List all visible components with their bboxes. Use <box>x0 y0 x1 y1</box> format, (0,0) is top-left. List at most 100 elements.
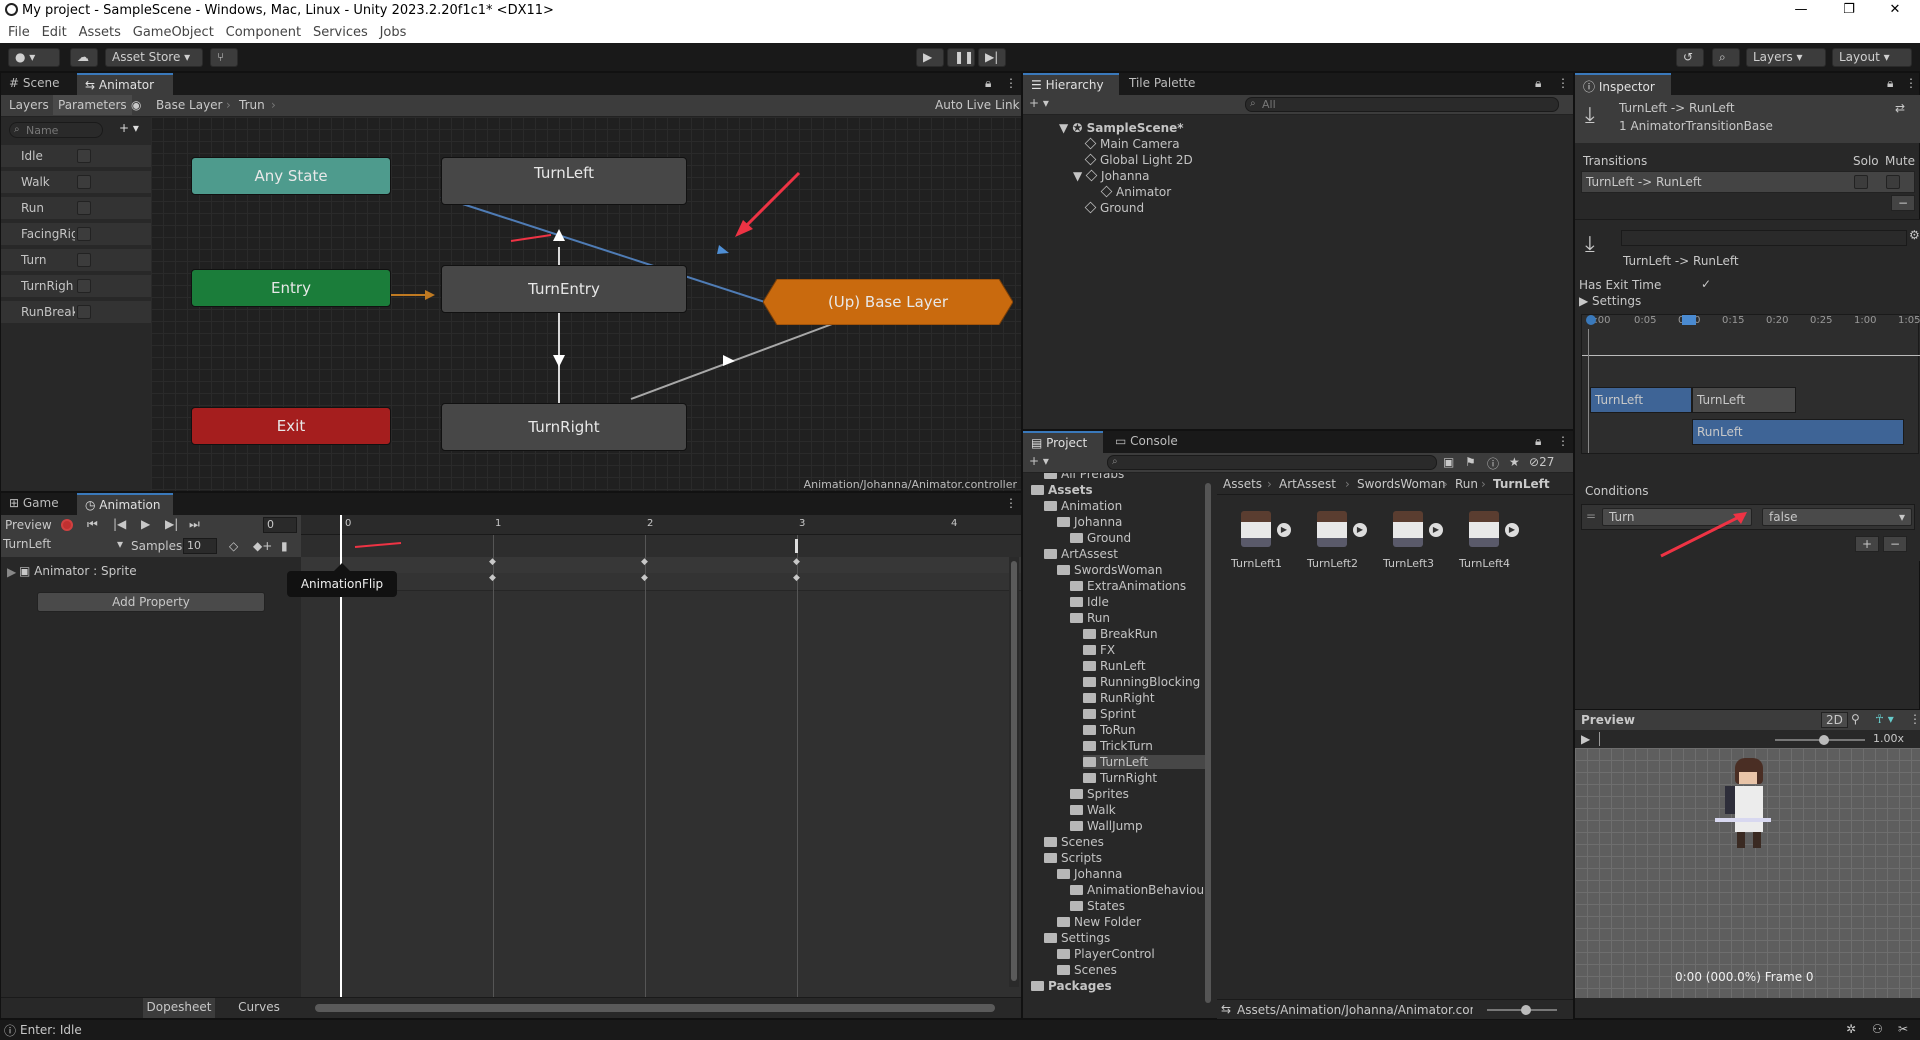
asset-store-button[interactable]: Asset Store ▾ <box>105 48 203 67</box>
tab-dopesheet[interactable]: Dopesheet <box>143 998 215 1018</box>
play-icon[interactable]: ▶ <box>1277 523 1291 537</box>
layout-dropdown[interactable]: Layout ▾ <box>1832 48 1912 67</box>
cloud-icon[interactable]: ☁ <box>70 48 98 67</box>
breadcrumb-artassest[interactable]: ArtAssest <box>1279 477 1336 491</box>
exit-node[interactable]: Exit <box>191 407 391 445</box>
tab-animator[interactable]: ⇆ Animator <box>77 73 173 95</box>
menu-file[interactable]: File <box>8 25 30 40</box>
keyframe-row[interactable] <box>301 573 1021 591</box>
mute-checkbox[interactable] <box>1886 175 1900 189</box>
project-tree-item[interactable]: Settings <box>1044 931 1110 945</box>
project-tree-item[interactable]: ExtraAnimations <box>1070 579 1186 593</box>
play-button[interactable]: ▶ <box>916 48 944 67</box>
keyframe-summary-row[interactable] <box>301 557 1021 573</box>
add-keyframe-icon[interactable]: ◇ <box>229 539 238 553</box>
parameter-checkbox[interactable] <box>77 253 91 267</box>
breadcrumb-trun[interactable]: Trun <box>239 98 265 112</box>
menu-services[interactable]: Services <box>313 25 368 40</box>
tab-animation[interactable]: ◷ Animation <box>77 493 173 515</box>
keyframe-diamond[interactable]: ◆ <box>489 573 496 583</box>
turnentry-node[interactable]: TurnEntry <box>441 265 687 313</box>
parameter-row[interactable]: Idle <box>1 145 151 167</box>
tab-scene[interactable]: # Scene <box>1 73 75 95</box>
project-tree-item[interactable]: Animation <box>1044 499 1122 513</box>
project-tree-item[interactable]: Johanna <box>1057 867 1122 881</box>
remove-transition-button[interactable]: − <box>1891 195 1916 211</box>
lock-icon[interactable]: 🔒︎ <box>1887 76 1893 91</box>
project-tree-item[interactable]: RunLeft <box>1083 659 1146 673</box>
preview-viewport[interactable]: 0:00 (000.0%) Frame 0 <box>1575 748 1920 998</box>
asset-tile[interactable]: ▶ TurnLeft2 <box>1307 507 1367 581</box>
timeline-ruler[interactable]: 0 1 2 3 4 <box>301 515 1021 535</box>
parameter-checkbox[interactable] <box>77 279 91 293</box>
parameter-checkbox[interactable] <box>77 201 91 215</box>
pivot-icon[interactable]: ⚲ <box>1851 712 1860 726</box>
prev-keyframe-button[interactable]: |◀ <box>113 517 126 531</box>
turnleft-node[interactable]: TurnLeft <box>441 157 687 205</box>
filter-type-icon[interactable]: ▣ <box>1443 455 1454 469</box>
network-icon[interactable]: ⚇ <box>1872 1022 1883 1036</box>
more-icon[interactable]: ⋮ <box>1909 712 1920 726</box>
samples-field[interactable]: 10 <box>183 538 217 554</box>
close-button[interactable]: ✕ <box>1880 2 1910 20</box>
clip-dropdown[interactable]: TurnLeft ▾ <box>3 537 125 555</box>
create-button[interactable]: + ▾ <box>1029 96 1049 110</box>
hierarchy-item[interactable]: Main Camera <box>1084 137 1180 151</box>
project-tree-item[interactable]: RunningBlocking <box>1083 675 1200 689</box>
add-parameter-button[interactable]: + ▾ <box>119 121 139 135</box>
preview-toggle[interactable]: Preview <box>5 518 52 532</box>
project-tree-item[interactable]: TurnRight <box>1083 771 1157 785</box>
more-icon[interactable]: ⋮ <box>1905 76 1917 90</box>
entry-node[interactable]: Entry <box>191 269 391 307</box>
menu-assets[interactable]: Assets <box>79 25 121 40</box>
tab-layers[interactable]: Layers <box>9 98 49 112</box>
keyframe-diamond[interactable]: ◆ <box>641 573 648 583</box>
breadcrumb-base-layer[interactable]: Base Layer <box>156 98 223 112</box>
asset-tile[interactable]: ▶ TurnLeft1 <box>1231 507 1291 581</box>
project-tree-item[interactable]: WallJump <box>1070 819 1143 833</box>
parameter-checkbox[interactable] <box>77 149 91 163</box>
project-tree-item[interactable]: TurnLeft <box>1083 755 1211 769</box>
parameter-checkbox[interactable] <box>77 227 91 241</box>
parameter-search-input[interactable]: ⌕ Name <box>9 122 103 138</box>
tree-scrollbar[interactable] <box>1205 483 1211 1003</box>
hidden-count-badge[interactable]: ⊘27 <box>1529 455 1554 469</box>
tab-inspector[interactable]: ⓘ Inspector <box>1575 73 1671 95</box>
any-state-node[interactable]: Any State <box>191 157 391 195</box>
history-icon[interactable]: ↺ <box>1676 48 1704 67</box>
timeline-transition-marker[interactable] <box>1682 315 1696 325</box>
play-button[interactable]: ▶ <box>1581 732 1590 746</box>
frame-field[interactable]: 0 <box>263 517 297 533</box>
menu-edit[interactable]: Edit <box>42 25 67 40</box>
parameter-row[interactable]: Run <box>1 197 151 219</box>
last-keyframe-button[interactable]: ⏭ <box>189 517 200 532</box>
remove-condition-button[interactable]: − <box>1883 536 1908 552</box>
parameter-row[interactable]: RunBreak <box>1 301 151 323</box>
event-marker-icon[interactable]: ▮ <box>281 539 288 553</box>
project-tree-item[interactable]: FX <box>1083 643 1115 657</box>
debug-icon[interactable]: ✲ <box>1846 1022 1856 1036</box>
project-tree-item[interactable]: Scenes <box>1044 835 1104 849</box>
project-tree-item[interactable]: States <box>1070 899 1125 913</box>
transition-name-field[interactable] <box>1621 230 1907 246</box>
project-tree-item[interactable]: ArtAssest <box>1044 547 1118 561</box>
info-icon[interactable]: ⓘ <box>1487 455 1499 472</box>
dopesheet[interactable]: 0 1 2 3 4 ◆ ◆ ◆ ◆ ◆ ◆ AnimationFlip <box>287 515 1021 997</box>
project-tree-item[interactable]: PlayerControl <box>1057 947 1155 961</box>
parameter-row[interactable]: TurnRigh <box>1 275 151 297</box>
auto-live-link-button[interactable]: Auto Live Link <box>935 98 1020 112</box>
add-event-icon[interactable]: ◆+ <box>253 539 272 553</box>
condition-handle-icon[interactable]: = <box>1586 509 1596 523</box>
hierarchy-item[interactable]: ▼ ✪ SampleScene* <box>1059 121 1184 135</box>
project-tree-item[interactable]: AnimationBehaviour <box>1070 883 1209 897</box>
breadcrumb-turnleft[interactable]: TurnLeft <box>1493 477 1550 491</box>
animation-event-marker[interactable] <box>795 539 798 553</box>
parameter-row[interactable]: FacingRig <box>1 223 151 245</box>
play-icon[interactable]: ▶ <box>1353 523 1367 537</box>
asset-tile[interactable]: ▶ TurnLeft4 <box>1459 507 1519 581</box>
clip-bar-source-loop[interactable]: TurnLeft <box>1692 387 1796 413</box>
project-tree-item[interactable]: SwordsWoman <box>1057 563 1163 577</box>
tab-project[interactable]: ▤ Project <box>1023 431 1103 453</box>
menu-jobs[interactable]: Jobs <box>380 25 407 40</box>
more-icon[interactable]: ⋮ <box>1005 76 1017 90</box>
